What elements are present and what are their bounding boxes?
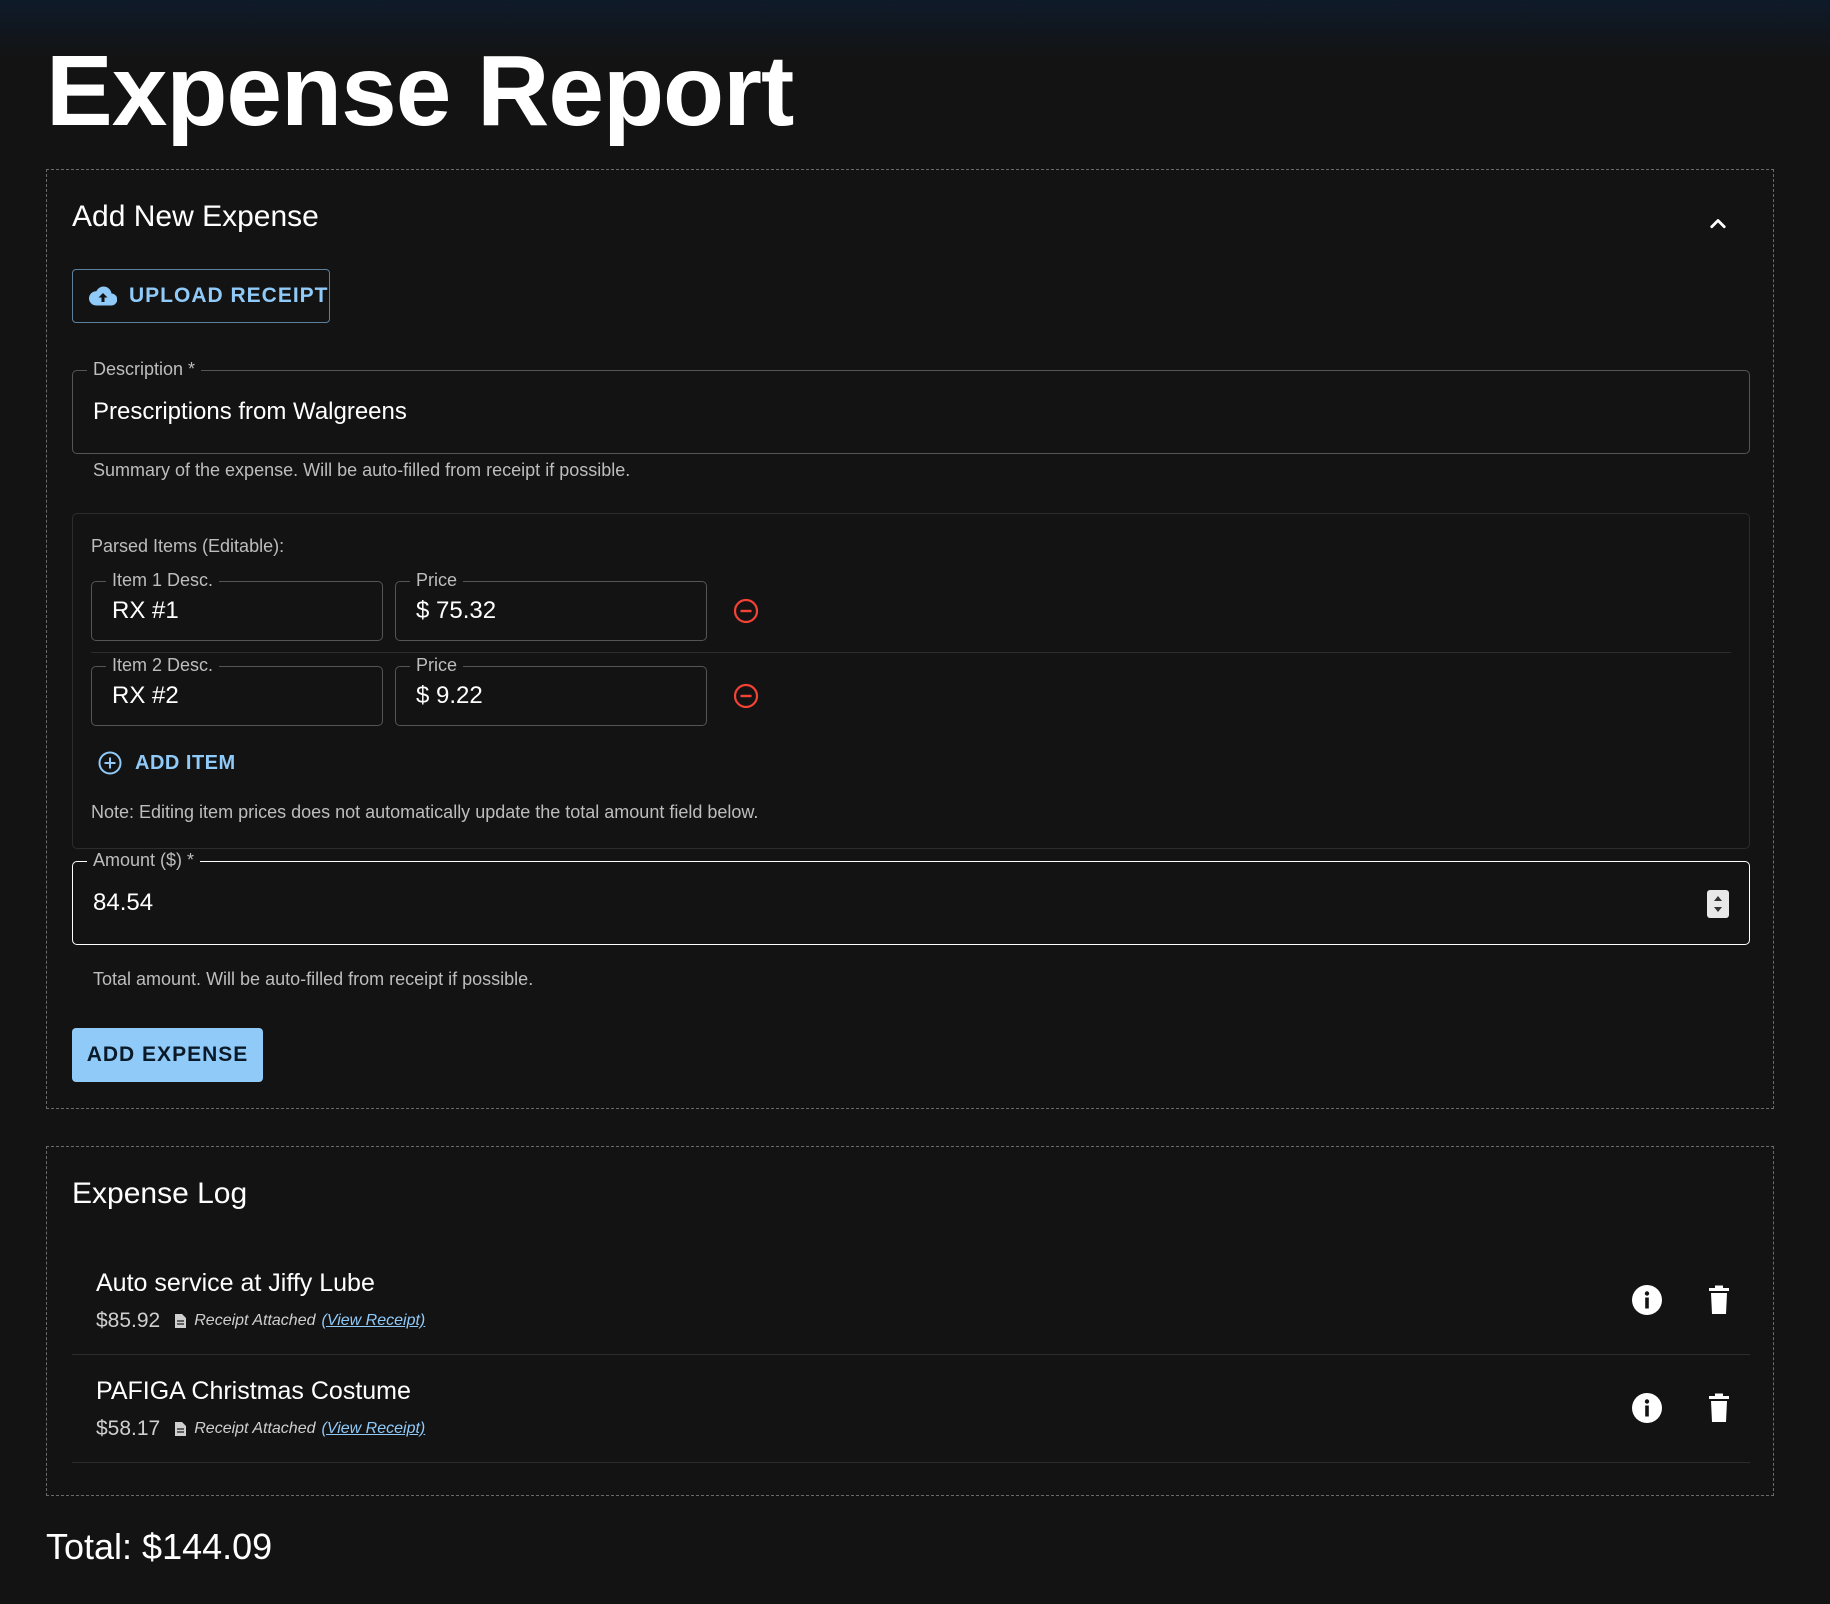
info-button[interactable] [1630,1391,1664,1425]
item-2-desc-field[interactable]: Item 2 Desc. RX #2 [91,654,383,726]
item-1-price-field[interactable]: Price $ 75.32 [395,569,707,641]
expense-log-header: Expense Log [72,1177,248,1210]
items-note: Note: Editing item prices does not autom… [91,802,759,822]
expense-log-item: Auto service at Jiffy Lube $85.92 Receip… [72,1247,1750,1355]
expense-meta: $85.92 Receipt Attached (View Receipt) [96,1309,425,1333]
expense-amount: $85.92 [96,1309,161,1332]
description-value: Prescriptions from Walgreens [93,398,407,425]
add-circle-icon [98,751,122,775]
page-title: Expense Report [46,35,794,147]
expense-log-panel: Expense Log Auto service at Jiffy Lube $… [46,1146,1774,1496]
add-expense-label: ADD EXPENSE [86,1043,249,1066]
item-2-desc-value: RX #2 [112,682,179,709]
description-helper: Summary of the expense. Will be auto-fil… [93,460,631,480]
remove-circle-icon [733,683,759,709]
page: Expense Report Add New Expense UPLOAD RE… [46,0,1774,1568]
item-2-price-value: $ 9.22 [416,682,483,709]
amount-spinner[interactable] [1707,890,1729,918]
description-field[interactable]: Description * Prescriptions from Walgree… [72,358,1750,454]
receipt-attached-text: Receipt Attached [194,1420,316,1437]
trash-icon [1709,1285,1729,1314]
item-1-desc-value: RX #1 [112,597,179,624]
expense-amount: $58.17 [96,1417,161,1440]
receipt-attached-text: Receipt Attached [194,1312,316,1329]
delete-button[interactable] [1702,1391,1736,1425]
item-divider [91,652,1731,653]
expense-title: Auto service at Jiffy Lube [96,1269,375,1297]
info-icon [1632,1393,1662,1423]
cloud-upload-icon [89,286,117,306]
remove-circle-icon [733,598,759,624]
remove-item-2-button[interactable] [732,682,760,710]
view-receipt-link[interactable]: (View Receipt) [322,1420,426,1438]
add-expense-header: Add New Expense [72,200,319,233]
add-expense-panel: Add New Expense UPLOAD RECEIPT Descripti… [46,169,1774,1109]
upload-receipt-button[interactable]: UPLOAD RECEIPT [72,269,330,323]
parsed-items-label: Parsed Items (Editable): [91,536,285,556]
document-icon [175,1314,187,1328]
add-item-label: ADD ITEM [135,751,236,774]
expense-log-item: PAFIGA Christmas Costume $58.17 Receipt … [72,1355,1750,1463]
item-2-price-field[interactable]: Price $ 9.22 [395,654,707,726]
add-item-button[interactable]: ADD ITEM [97,750,236,776]
remove-item-1-button[interactable] [732,597,760,625]
total-amount: Total: $144.09 [46,1526,273,1567]
spinner-icon [1714,896,1722,912]
view-receipt-link[interactable]: (View Receipt) [322,1312,426,1330]
chevron-up-icon [1710,219,1726,229]
expense-meta: $58.17 Receipt Attached (View Receipt) [96,1417,425,1441]
amount-helper: Total amount. Will be auto-filled from r… [93,969,534,989]
expense-title: PAFIGA Christmas Costume [96,1377,411,1405]
amount-value: 84.54 [93,889,154,916]
info-icon [1632,1285,1662,1315]
parsed-items-box: Parsed Items (Editable): Item 1 Desc. RX… [72,513,1750,849]
delete-button[interactable] [1702,1283,1736,1317]
amount-field[interactable]: Amount ($) * 84.54 [72,849,1750,945]
item-1-price-value: $ 75.32 [416,597,497,624]
collapse-button[interactable] [1703,208,1733,238]
document-icon [175,1422,187,1436]
item-1-desc-field[interactable]: Item 1 Desc. RX #1 [91,569,383,641]
add-expense-button[interactable]: ADD EXPENSE [72,1028,263,1082]
trash-icon [1709,1393,1729,1422]
upload-receipt-label: UPLOAD RECEIPT [129,284,329,307]
info-button[interactable] [1630,1283,1664,1317]
